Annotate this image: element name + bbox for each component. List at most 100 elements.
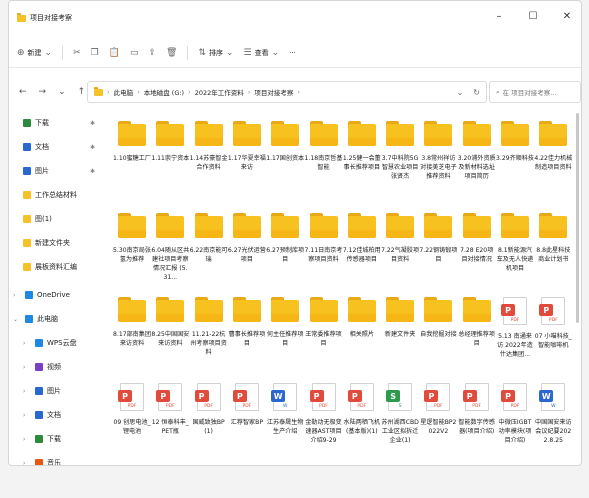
share-icon[interactable]: ⇪ xyxy=(148,48,156,58)
sidebar-item[interactable]: › 下载 xyxy=(9,427,109,451)
new-button[interactable]: ⊕ 新建 ⌄ xyxy=(17,48,52,58)
file-item[interactable]: 1.14苏豪智金合作资料 xyxy=(190,117,228,172)
file-item[interactable]: 8.25中国国安来访资料 xyxy=(151,293,189,348)
recent-button[interactable]: ⌄ xyxy=(58,87,66,97)
file-item[interactable]: 7.22气凝胶项目资料 xyxy=(381,209,419,264)
cut-icon[interactable]: ✂ xyxy=(73,48,81,58)
back-button[interactable]: ← xyxy=(19,87,27,97)
sidebar-item[interactable]: › 音乐 xyxy=(9,451,109,466)
sidebar-item[interactable]: 工作总结材料 xyxy=(9,183,109,207)
file-item[interactable]: 何主任推荐项目 xyxy=(266,293,304,348)
sidebar-item[interactable]: › 视频 xyxy=(9,355,109,379)
chevron-down-icon[interactable]: ⌄ xyxy=(457,88,464,97)
file-item[interactable]: 王常委推荐项目 xyxy=(305,293,343,348)
chevron-down-icon[interactable]: ⌄ xyxy=(13,316,21,323)
file-item[interactable]: 新建文件夹 xyxy=(381,293,419,339)
file-item[interactable]: 7.22钢铸锻项目 xyxy=(419,209,457,264)
more-button[interactable]: ··· xyxy=(289,49,296,57)
sidebar-item[interactable]: 图(1) xyxy=(9,207,109,231)
file-item[interactable]: W W 中国国安来访会议纪要2022.8.25 xyxy=(534,379,572,445)
folder-icon xyxy=(23,215,31,223)
file-item[interactable]: 曹事长推荐项目 xyxy=(228,293,266,348)
breadcrumb-item[interactable]: 项目对接考察 xyxy=(254,87,293,97)
file-item[interactable]: 3.7中科院5G智慧农业项目 张贤杰 xyxy=(381,117,419,181)
paste-icon[interactable]: 📋 xyxy=(109,48,120,58)
copy-icon[interactable]: ❐ xyxy=(91,48,99,58)
chevron-right-icon[interactable]: › xyxy=(23,412,31,419)
file-item[interactable]: 1.17华夏幸福来访 xyxy=(228,117,266,172)
file-item[interactable]: W W 江苏泰晟生物 生产介绍 xyxy=(266,379,304,436)
refresh-icon[interactable]: ↻ xyxy=(473,88,480,97)
sidebar-item[interactable]: › WPS云盘 xyxy=(9,331,109,355)
file-item[interactable]: 8.8此星科技商业计划书 xyxy=(534,209,572,264)
scrollbar[interactable] xyxy=(576,113,579,323)
file-item[interactable]: 1.18南京哲基智能 xyxy=(305,117,343,172)
file-item[interactable]: P PDF 中微压IGBT功率模块(项目介绍) xyxy=(496,379,534,445)
file-item[interactable]: 总经理推荐项目 xyxy=(458,293,496,348)
view-button[interactable]: ☰ 查看 ⌄ xyxy=(244,48,280,58)
file-item[interactable]: 5.30南京局张氢为推荐 xyxy=(113,209,151,264)
sidebar-item[interactable]: › 图片 xyxy=(9,379,109,403)
breadcrumb-item[interactable]: 此电脑 xyxy=(114,87,134,97)
sidebar-item[interactable]: 图片 ✱ xyxy=(9,159,109,183)
file-item[interactable]: P PDF 智能数字传感器(项目介绍) xyxy=(458,379,496,436)
minimize-button[interactable]: – xyxy=(491,11,507,22)
chevron-right-icon[interactable]: › xyxy=(23,364,31,371)
chevron-right-icon[interactable]: › xyxy=(23,340,31,347)
chevron-right-icon[interactable]: › xyxy=(13,292,21,299)
sidebar-item[interactable]: › 文档 xyxy=(9,403,109,427)
chevron-right-icon[interactable]: › xyxy=(23,388,31,395)
delete-icon[interactable]: 🗑 xyxy=(166,48,177,58)
file-item[interactable]: 3.20浦外资质及新材料选址项目简历 xyxy=(458,117,496,181)
window-tab[interactable]: 项目对接考察 xyxy=(17,12,72,23)
up-button[interactable]: ↑ xyxy=(78,87,86,97)
file-item[interactable]: P PDF 星逻智能BP2022V2 xyxy=(419,379,457,436)
file-item[interactable]: 8.17部南集团来访资料 xyxy=(113,293,151,348)
sort-button[interactable]: ⇅ 排序 ⌄ xyxy=(198,48,233,58)
file-item[interactable]: 1.25健一会董事长推荐项目 xyxy=(343,117,381,172)
folder-icon xyxy=(23,263,31,271)
file-item[interactable]: P PDF 水陆两栖飞机(基本版)(1) xyxy=(343,379,381,436)
file-item[interactable]: P PDF 09 创思电池_锂电池 xyxy=(113,379,151,436)
file-item[interactable]: 8.1新能源汽车及无人快递机项目 xyxy=(496,209,534,273)
file-item[interactable]: 7.28 E20项目对接情况 xyxy=(458,209,496,264)
file-item[interactable]: 4.22佳力机械制造项目资料 xyxy=(534,117,572,172)
file-item[interactable]: 6.22南京能可瑞 xyxy=(190,209,228,264)
address-bar[interactable]: › 此电脑 › 本地磁盘 (G:) › 2022年工作资料 › 项目对接考察 ›… xyxy=(87,81,487,103)
chevron-right-icon[interactable]: › xyxy=(23,460,31,466)
file-item[interactable]: 6.27预制库项目 xyxy=(266,209,304,264)
file-item[interactable]: 6.04随从区共建社项目考察情况汇报 (5.31... xyxy=(151,209,189,282)
close-button[interactable]: ✕ xyxy=(559,11,575,22)
file-item[interactable]: 7.11日南京考察项目资料 xyxy=(305,209,343,264)
file-item[interactable]: 1.17国创资本 xyxy=(266,117,304,163)
file-item[interactable]: 3.29齐顺科技 xyxy=(496,117,534,163)
file-item[interactable]: S S 苏州湖西CBD工业区拟拆迁企业(1) xyxy=(381,379,419,445)
file-item[interactable]: 1.10蜜糖工厂 xyxy=(113,117,151,163)
sidebar-item[interactable]: › OneDrive xyxy=(9,283,109,307)
file-item[interactable]: P PDF 5.13 南通来访 2022年造什达集团... xyxy=(496,293,534,359)
chevron-right-icon[interactable]: › xyxy=(23,436,31,443)
file-item[interactable]: P PDF 金勒动无极变速器AST项目介绍9-29 xyxy=(305,379,343,445)
file-item[interactable]: P PDF 12 恒泰科丰_PET瓶 xyxy=(151,379,189,436)
breadcrumb-item[interactable]: 2022年工作资料 xyxy=(195,87,244,97)
rename-icon[interactable]: ▭ xyxy=(130,48,139,58)
file-item[interactable]: 6.27光伏运营项目 xyxy=(228,209,266,264)
file-item[interactable]: 3.8常州祥访对接美芝电子推荐资料 xyxy=(419,117,457,181)
file-item[interactable]: 自我挖掘对接 xyxy=(419,293,457,339)
file-item[interactable]: P PDF 07 小喵科技_智能咖啡机 xyxy=(534,293,572,350)
breadcrumb-item[interactable]: 本地磁盘 (G:) xyxy=(144,87,184,97)
file-item[interactable]: P PDF 汇荐智家BP xyxy=(228,379,266,427)
maximize-button[interactable]: ☐ xyxy=(525,11,541,22)
file-item[interactable]: 相关照片 xyxy=(343,293,381,339)
sidebar-item[interactable]: 新建文件夹 xyxy=(9,231,109,255)
forward-button[interactable]: → xyxy=(39,87,47,97)
file-item[interactable]: 1.11崇宁资本 xyxy=(151,117,189,163)
file-item[interactable]: P PDF 国威致独BP(1) xyxy=(190,379,228,436)
sidebar-item[interactable]: 文档 ✱ xyxy=(9,135,109,159)
sidebar-item[interactable]: 下载 ✱ xyxy=(9,111,109,135)
search-box[interactable]: ⌕ 在 项目对接考察... xyxy=(489,81,581,103)
sidebar-item[interactable]: 展板资料汇编 xyxy=(9,255,109,279)
file-item[interactable]: 11.21-22杭州考察项目资料 xyxy=(190,293,228,357)
file-item[interactable]: 7.12佳城柏用传感器项目 xyxy=(343,209,381,264)
sidebar-item[interactable]: ⌄ 此电脑 xyxy=(9,307,109,331)
